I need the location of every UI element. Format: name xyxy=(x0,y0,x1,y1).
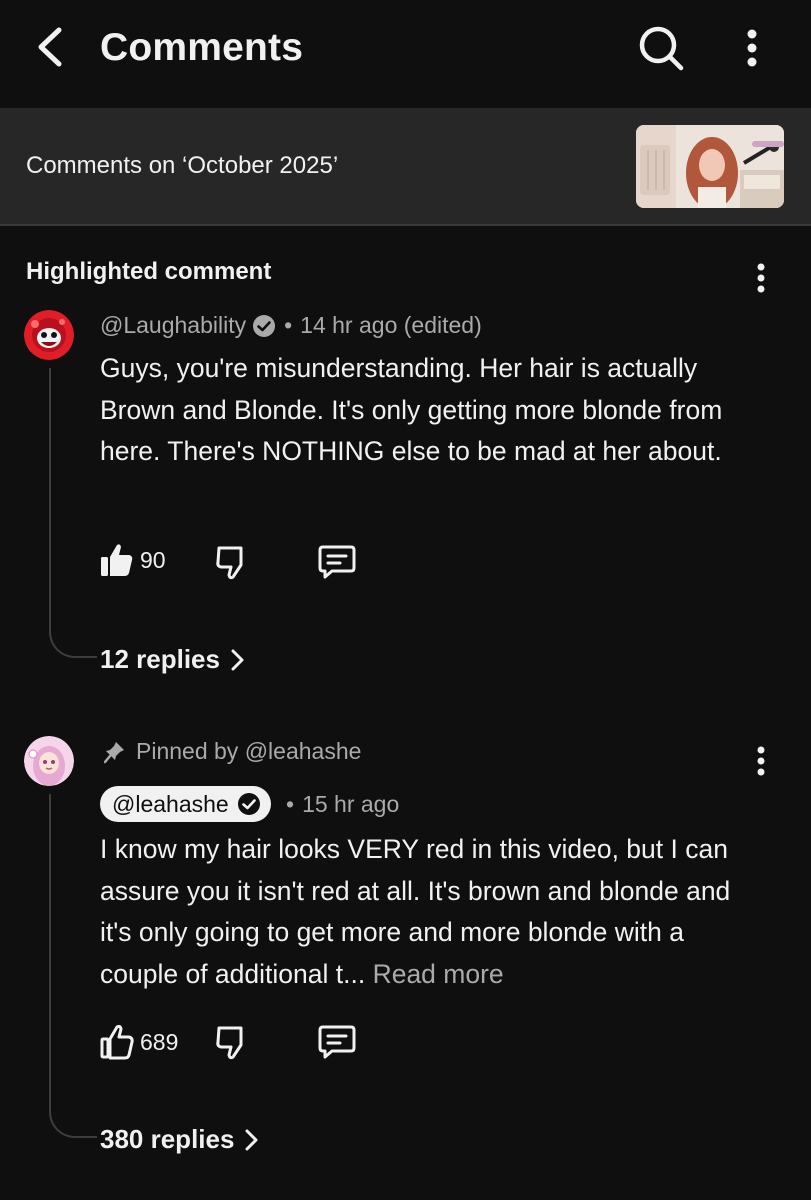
divider xyxy=(0,224,811,226)
like-count: 90 xyxy=(140,546,166,573)
comment-time: 15 hr ago xyxy=(302,791,400,817)
back-button[interactable] xyxy=(26,22,74,72)
dislike-button[interactable] xyxy=(215,544,249,580)
avatar[interactable] xyxy=(24,310,74,360)
replies-count: 12 replies xyxy=(100,644,220,674)
thread-connector xyxy=(49,368,97,658)
separator-dot: • xyxy=(286,791,295,817)
thread-connector xyxy=(49,794,97,1138)
pin-icon xyxy=(104,741,124,763)
comment-time: 14 hr ago (edited) xyxy=(300,312,482,338)
more-vertical-icon xyxy=(757,746,765,776)
video-thumbnail[interactable] xyxy=(636,125,784,208)
top-app-bar: Comments xyxy=(0,0,811,106)
like-count: 689 xyxy=(140,1028,179,1055)
page-title: Comments xyxy=(100,26,304,69)
comment-author: @leahashe xyxy=(112,790,229,817)
dislike-icon xyxy=(216,1026,243,1060)
like-icon xyxy=(101,544,133,576)
context-title: Comments on ‘October 2025’ xyxy=(26,152,339,179)
like-icon xyxy=(100,1024,134,1060)
reply-icon xyxy=(318,1025,356,1059)
back-arrow-icon xyxy=(38,27,62,67)
comment-author[interactable]: @Laughability xyxy=(100,312,246,339)
read-more-link[interactable]: Read more xyxy=(373,959,504,989)
comment-text: Guys, you're misunderstanding. Her hair … xyxy=(100,353,723,466)
separator-dot: • xyxy=(284,312,293,338)
pinned-by-text: Pinned by @leahashe xyxy=(136,738,362,764)
like-button[interactable]: 689 xyxy=(100,1024,178,1060)
comment-text: I know my hair looks VERY red in this vi… xyxy=(100,829,760,995)
reply-button[interactable] xyxy=(318,1024,356,1060)
comment-options-button[interactable] xyxy=(746,741,776,781)
channel-owner-badge[interactable]: @leahashe xyxy=(100,786,271,822)
verified-icon xyxy=(237,792,261,816)
pinned-label: Pinned by @leahashe xyxy=(104,738,361,765)
chevron-right-icon xyxy=(245,1129,258,1150)
comment-meta: • 15 hr ago xyxy=(286,791,399,818)
replies-count: 380 replies xyxy=(100,1124,235,1154)
dislike-button[interactable] xyxy=(215,1024,249,1060)
more-vertical-icon xyxy=(757,263,765,293)
avatar[interactable] xyxy=(24,736,74,786)
comment-options-button[interactable] xyxy=(746,258,776,298)
like-button[interactable]: 90 xyxy=(100,542,166,578)
highlighted-comment-label: Highlighted comment xyxy=(26,258,272,285)
search-button[interactable] xyxy=(633,20,689,76)
verified-icon xyxy=(252,314,276,338)
dislike-icon xyxy=(216,546,243,580)
more-vertical-icon xyxy=(747,29,757,67)
chevron-right-icon xyxy=(231,649,244,670)
comment-meta: @Laughability • 14 hr ago (edited) xyxy=(100,312,482,339)
reply-button[interactable] xyxy=(318,544,356,580)
more-options-button[interactable] xyxy=(730,20,774,76)
view-replies-button[interactable]: 380 replies xyxy=(100,1124,260,1155)
search-icon xyxy=(639,26,684,71)
reply-icon xyxy=(318,545,356,579)
view-replies-button[interactable]: 12 replies xyxy=(100,644,246,675)
